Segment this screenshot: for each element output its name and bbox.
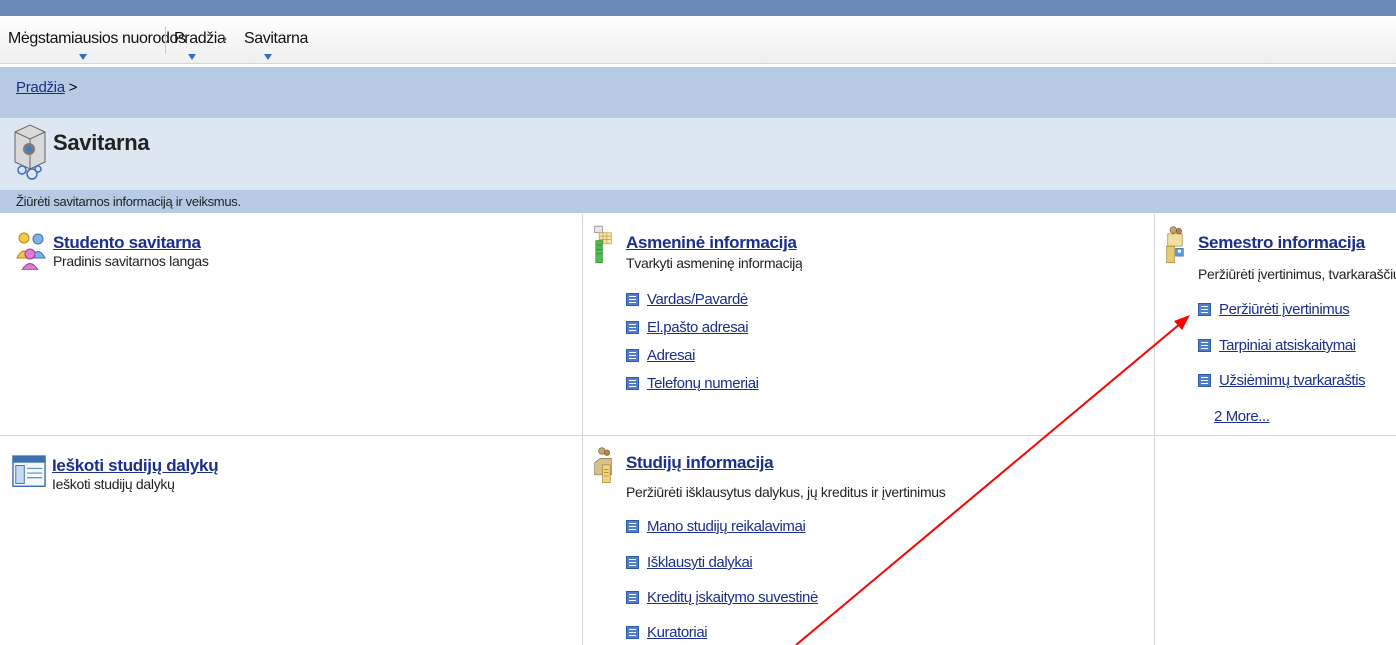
studies-info-link[interactable]: Studijų informacija	[626, 453, 774, 473]
phone-numbers-link[interactable]: Telefonų numeriai	[647, 375, 759, 392]
semester-info-desc: Peržiūrėti įvertinimus, tvarkaraščius,	[1198, 266, 1396, 282]
page-link-icon	[626, 377, 639, 390]
page-link-icon	[626, 626, 639, 639]
student-self-service-link[interactable]: Studento savitarna	[53, 233, 201, 253]
page-link-icon	[626, 293, 639, 306]
addresses-link[interactable]: Adresai	[647, 347, 695, 364]
semester-info-link[interactable]: Semestro informacija	[1198, 233, 1365, 253]
curators-link[interactable]: Kuratoriai	[647, 624, 708, 641]
breadcrumb: Pradžia >	[16, 79, 77, 96]
top-strip	[0, 0, 1396, 16]
my-study-requirements-link[interactable]: Mano studijų reikalavimai	[647, 518, 806, 535]
people-icon	[16, 232, 46, 270]
search-courses-desc: Ieškoti studijų dalykų	[52, 476, 175, 492]
page-link-icon	[1198, 374, 1211, 387]
nav-home[interactable]: Pradžia	[174, 30, 226, 48]
page-link-icon	[626, 321, 639, 334]
nav-self-service[interactable]: Savitarna	[244, 30, 308, 48]
grid-divider	[582, 214, 583, 645]
nav-separator	[165, 26, 166, 54]
favorites-dropdown-arrow-icon[interactable]	[79, 54, 87, 60]
grid-divider	[0, 435, 1396, 436]
self-service-dropdown-arrow-icon[interactable]	[264, 54, 272, 60]
page-description: Žiūrėti savitarnos informaciją ir veiksm…	[16, 194, 241, 209]
navigation-bar: Mėgstamiausios nuorodos Pradžia › Savita…	[0, 16, 1396, 64]
grid-divider	[1154, 214, 1155, 645]
name-surname-link[interactable]: Vardas/Pavardė	[647, 291, 748, 308]
class-schedule-link[interactable]: Užsiėmimų tvarkaraštis	[1219, 372, 1366, 389]
page-link-icon	[1198, 339, 1211, 352]
self-service-icon	[14, 124, 46, 180]
breadcrumb-separator: >	[64, 79, 78, 96]
completed-courses-link[interactable]: Išklausyti dalykai	[647, 554, 753, 571]
page-header: Savitarna	[0, 118, 1396, 190]
breadcrumb-bar: Pradžia >	[0, 67, 1396, 118]
interim-assessments-link[interactable]: Tarpiniai atsiskaitymai	[1219, 337, 1356, 354]
studies-info-desc: Peržiūrėti išklausytus dalykus, jų kredi…	[626, 484, 946, 500]
view-grades-link[interactable]: Peržiūrėti įvertinimus	[1219, 301, 1350, 318]
chevron-right-icon: ›	[222, 30, 228, 47]
nav-favorites[interactable]: Mėgstamiausios nuorodos	[8, 30, 186, 48]
page-title: Savitarna	[53, 130, 150, 155]
personal-info-desc: Tvarkyti asmeninę informaciją	[626, 255, 803, 271]
personal-info-link[interactable]: Asmeninė informacija	[626, 233, 797, 253]
semester-info-icon	[1166, 226, 1184, 264]
studies-info-icon	[594, 447, 612, 483]
student-self-service-desc: Pradinis savitarnos langas	[53, 253, 209, 269]
credit-transfer-summary-link[interactable]: Kreditų įskaitymo suvestinė	[647, 589, 818, 606]
search-courses-icon	[12, 455, 46, 487]
home-dropdown-arrow-icon[interactable]	[188, 54, 196, 60]
page-link-icon	[626, 591, 639, 604]
email-addresses-link[interactable]: El.pašto adresai	[647, 319, 749, 336]
search-courses-link[interactable]: Ieškoti studijų dalykų	[52, 456, 219, 476]
page-link-icon	[626, 556, 639, 569]
personal-info-icon	[594, 225, 612, 264]
more-link[interactable]: 2 More...	[1214, 408, 1270, 425]
description-bar: Žiūrėti savitarnos informaciją ir veiksm…	[0, 190, 1396, 213]
page-link-icon	[626, 520, 639, 533]
breadcrumb-home-link[interactable]: Pradžia	[16, 79, 65, 96]
page-link-icon	[626, 349, 639, 362]
page-link-icon	[1198, 303, 1211, 316]
